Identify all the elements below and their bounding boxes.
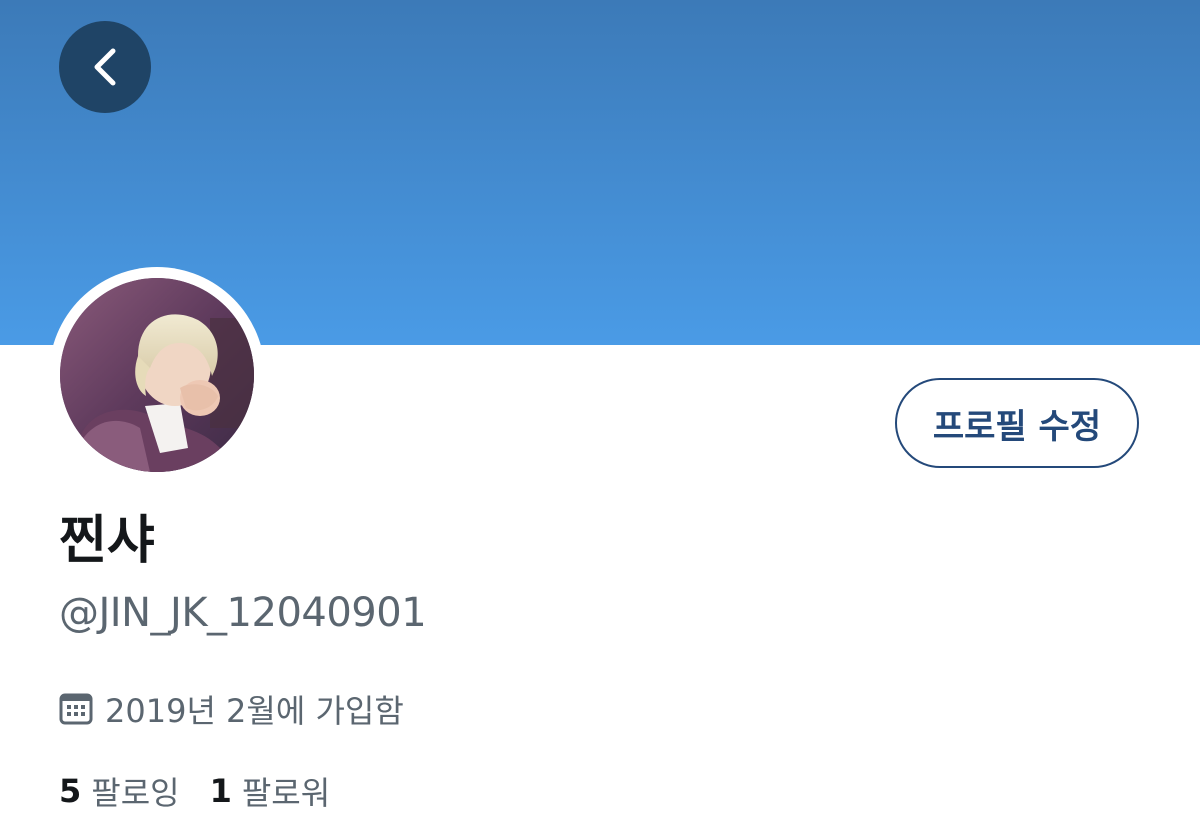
following-label: 팔로잉: [91, 774, 180, 812]
followers-link[interactable]: 1 팔로워: [210, 768, 331, 814]
follow-stats: 5 팔로잉 1 팔로워: [59, 766, 330, 816]
followers-label: 팔로워: [241, 774, 331, 812]
following-count: 5: [59, 772, 82, 810]
following-link[interactable]: 5 팔로잉: [59, 768, 180, 814]
join-date-text: 2019년 2월에 가입함: [105, 692, 404, 730]
back-button[interactable]: [59, 21, 151, 113]
calendar-icon: [59, 692, 93, 726]
chevron-left-icon: [85, 45, 125, 89]
join-date: 2019년 2월에 가입함: [59, 684, 404, 734]
display-name: 찐샤: [59, 511, 155, 571]
edit-profile-button[interactable]: 프로필 수정: [895, 378, 1139, 468]
user-handle: @JIN_JK_12040901: [59, 590, 427, 636]
avatar[interactable]: [60, 278, 254, 472]
profile-page: 프로필 수정 찐샤 @JIN_JK_12040901 2019년 2월에 가입함…: [0, 0, 1200, 826]
followers-count: 1: [209, 772, 232, 810]
